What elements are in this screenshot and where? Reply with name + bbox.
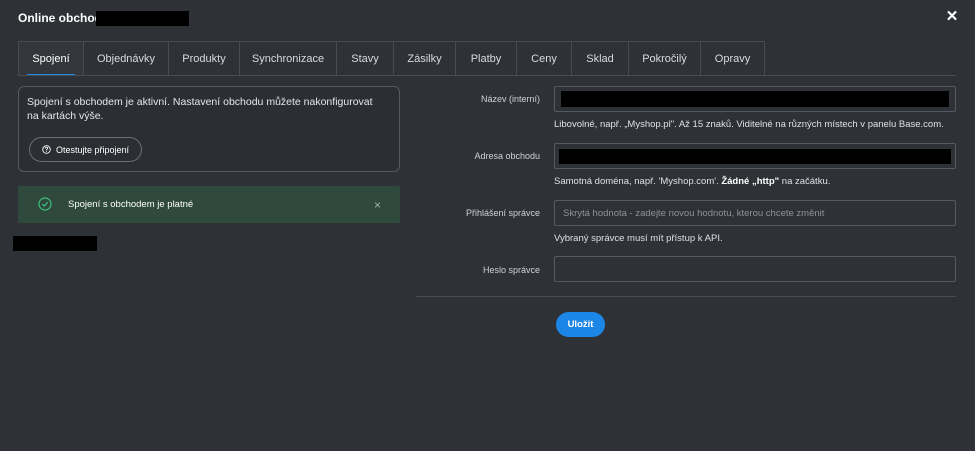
admin-password-label: Heslo správce <box>482 265 540 275</box>
tab-stavy[interactable]: Stavy <box>336 41 394 76</box>
success-text: Spojení s obchodem je platné <box>68 199 194 210</box>
admin-login-help: Vybraný správce musí mít přístup k API. <box>554 233 723 244</box>
address-help: Samotná doména, např. 'Myshop.com'. Žádn… <box>554 176 831 187</box>
question-circle-icon <box>42 145 51 154</box>
admin-login-input[interactable] <box>563 207 947 219</box>
tab-produkty[interactable]: Produkty <box>168 41 240 76</box>
admin-password-input[interactable] <box>563 263 947 275</box>
form-divider <box>416 296 956 297</box>
connection-info-text: Spojení s obchodem je aktivní. Nastavení… <box>27 96 373 122</box>
tab-spojeni[interactable]: Spojení <box>18 41 84 76</box>
tab-opravy[interactable]: Opravy <box>700 41 765 76</box>
name-field[interactable] <box>554 86 956 112</box>
admin-login-field[interactable] <box>554 200 956 226</box>
tab-bar: Spojení Objednávky Produkty Synchronizac… <box>18 41 765 76</box>
check-circle-icon <box>38 197 52 211</box>
tab-objednavky[interactable]: Objednávky <box>83 41 169 76</box>
name-help: Libovolné, např. „Myshop.pl". Až 15 znak… <box>554 119 944 130</box>
dismiss-alert-icon[interactable]: × <box>374 199 381 211</box>
tab-pokrocily[interactable]: Pokročilý <box>628 41 701 76</box>
connection-info-box: Spojení s obchodem je aktivní. Nastavení… <box>18 86 400 172</box>
name-label: Název (interní) <box>480 94 540 104</box>
address-label: Adresa obchodu <box>474 151 540 161</box>
tabs-divider <box>18 75 956 76</box>
success-alert: Spojení s obchodem je platné × <box>18 186 400 223</box>
admin-login-label: Přihlášení správce <box>465 208 540 218</box>
close-icon[interactable]: ✕ <box>944 9 960 25</box>
tab-zasilky[interactable]: Zásilky <box>393 41 456 76</box>
redacted-name-value <box>561 91 949 107</box>
tab-ceny[interactable]: Ceny <box>516 41 572 76</box>
redacted-address-value <box>559 149 951 164</box>
test-connection-button[interactable]: Otestujte připojení <box>29 137 142 162</box>
window-title: Online obchod <box>18 11 102 25</box>
test-connection-label: Otestujte připojení <box>55 144 130 155</box>
save-button[interactable]: Uložit <box>556 312 605 337</box>
tab-platby[interactable]: Platby <box>455 41 517 76</box>
admin-password-field[interactable] <box>554 256 956 282</box>
redacted-text <box>13 236 97 251</box>
tab-sklad[interactable]: Sklad <box>571 41 629 76</box>
address-field[interactable] <box>554 143 956 169</box>
redacted-shop-name <box>96 11 189 26</box>
tab-synchronizace[interactable]: Synchronizace <box>239 41 337 76</box>
